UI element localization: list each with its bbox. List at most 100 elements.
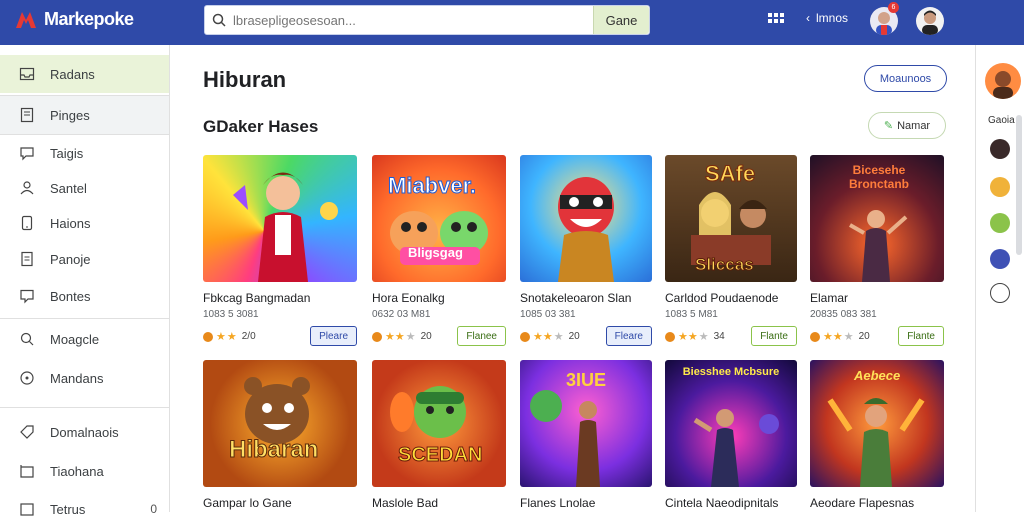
- rail-label: Gaoia: [988, 115, 1015, 126]
- sidebar-item-radans[interactable]: Radans: [0, 55, 169, 93]
- game-title: Carldod Poudaenode: [665, 291, 779, 305]
- get-button[interactable]: Flante: [898, 326, 944, 346]
- game-thumbnail[interactable]: Bicesehe Bronctanb: [810, 155, 944, 282]
- sidebar-item-domalnaois[interactable]: Domalnaois: [0, 413, 169, 451]
- game-thumbnail[interactable]: 3IUE: [520, 360, 652, 487]
- get-button[interactable]: Flante: [751, 326, 797, 346]
- search-bar: Gane: [204, 5, 650, 35]
- filter-button[interactable]: ✎ Namar: [868, 112, 946, 139]
- inbox-icon: [19, 66, 35, 82]
- game-card[interactable]: SAfe Sliccas Carldod Poudaenode 1083 5 M…: [665, 155, 797, 348]
- game-rating: ★★ ★ 20: [372, 330, 432, 343]
- game-meta: 0632 03 M81: [372, 309, 431, 320]
- card-footer: ★★ ★ 20 Fleare: [520, 326, 652, 348]
- sidebar-item-label: Moagcle: [50, 331, 100, 347]
- sidebar-item-label: Mandans: [50, 370, 104, 386]
- sidebar: Radans Pinges Taigis Santel Haions Panoj…: [0, 45, 170, 517]
- game-card[interactable]: Biesshee Mcbsure Cintela Naeodipnitals: [665, 360, 797, 510]
- rail-contact-icon[interactable]: [990, 177, 1010, 197]
- game-thumbnail[interactable]: SCEDAN: [372, 360, 506, 487]
- game-rating: ★ ★ 2/0: [203, 330, 256, 343]
- thumbnail-title: 3IUE: [566, 370, 607, 390]
- game-card[interactable]: Bicesehe Bronctanb Elamar 20835 083 381 …: [810, 155, 944, 348]
- game-title: Elamar: [810, 291, 849, 305]
- back-link[interactable]: ‹ lmnos: [806, 11, 848, 25]
- sidebar-item-mandans[interactable]: Mandans: [0, 359, 169, 397]
- profile-avatar[interactable]: [916, 7, 944, 35]
- thumbnail-title: Aebece: [854, 368, 901, 383]
- sidebar-item-label: Taigis: [50, 145, 84, 161]
- sidebar-item-pinges[interactable]: Pinges: [0, 96, 169, 134]
- sidebar-item-tiaohana[interactable]: Tiaohana: [0, 452, 169, 490]
- game-thumbnail[interactable]: Biesshee Mcbsure: [665, 360, 797, 487]
- coin-icon: [372, 331, 382, 342]
- game-title: Fbkcag Bangmadan: [203, 291, 311, 305]
- app-name: Markepoke: [44, 8, 134, 29]
- search-icon: [19, 331, 35, 347]
- search-button[interactable]: Gane: [593, 6, 649, 34]
- rail-contact-icon[interactable]: [990, 139, 1010, 159]
- thumbnail-subtitle: Bligsgag: [408, 245, 463, 260]
- game-card[interactable]: Fbkcag Bangmadan 1083 5 3081 ★ ★ 2/0 Plea…: [203, 155, 357, 348]
- coin-icon: [203, 331, 213, 342]
- game-meta: 1085 03 381: [520, 309, 576, 320]
- card-footer: ★★ ★ 20 Flanee: [372, 326, 506, 348]
- game-card[interactable]: SCEDAN Maslole Bad: [372, 360, 506, 510]
- game-rating: ★★ ★ 20: [520, 330, 580, 343]
- game-card[interactable]: Hibaran Gampar lo Gane: [203, 360, 357, 510]
- sidebar-item-taigis[interactable]: Taigis: [0, 134, 169, 172]
- apps-grid-icon[interactable]: [767, 12, 785, 30]
- star-icon: ★: [698, 331, 709, 343]
- tablet-icon: [19, 215, 35, 231]
- circle-icon: [19, 370, 35, 386]
- game-thumbnail[interactable]: SAfe Sliccas: [665, 155, 797, 282]
- manage-button[interactable]: Moaunoos: [864, 65, 947, 92]
- get-button[interactable]: Pleare: [310, 326, 357, 346]
- box-icon: [19, 463, 35, 479]
- game-thumbnail[interactable]: Hibaran: [203, 360, 357, 487]
- rail-avatar[interactable]: [985, 63, 1021, 99]
- sidebar-item-haions[interactable]: Haions: [0, 204, 169, 242]
- rating-value: 20: [420, 331, 432, 342]
- message-icon: [19, 288, 35, 304]
- star-icon: ★: [216, 331, 226, 343]
- search-input[interactable]: [233, 7, 591, 33]
- rail-contact-icon[interactable]: [990, 213, 1010, 233]
- game-thumbnail[interactable]: Miabver. Bligsgag: [372, 155, 506, 282]
- game-card[interactable]: Aebece Aeodare Flapesnas: [810, 360, 944, 510]
- get-button[interactable]: Flanee: [457, 326, 506, 346]
- get-button[interactable]: Fleare: [605, 326, 652, 346]
- document-icon: [19, 107, 35, 123]
- scrollbar[interactable]: [1016, 115, 1022, 255]
- sidebar-item-tetrus[interactable]: Tetrus 0: [0, 490, 169, 528]
- sidebar-item-moagcle[interactable]: Moagcle: [0, 320, 169, 358]
- sidebar-item-bontes[interactable]: Bontes: [0, 277, 169, 315]
- star-icon: ★★: [823, 331, 843, 343]
- game-card[interactable]: Miabver. Bligsgag Hora Eonalkg 0632 03 M…: [372, 155, 506, 348]
- game-thumbnail[interactable]: [203, 155, 357, 282]
- app-logo[interactable]: Markepoke: [14, 8, 134, 30]
- thumbnail-subtitle: Sliccas: [695, 255, 755, 275]
- thumbnail-title: SAfe: [704, 161, 756, 187]
- game-rating: ★★ ★ 34: [665, 330, 725, 343]
- add-contact-icon[interactable]: [990, 283, 1010, 303]
- game-title: Gampar lo Gane: [203, 496, 292, 510]
- game-title: Flanes Lnolae: [520, 496, 596, 510]
- card-footer: ★ ★ 2/0 Pleare: [203, 326, 357, 348]
- game-title: Snotakeleoaron Slan: [520, 291, 632, 305]
- top-app-bar: Markepoke Gane ‹ lmnos 6: [0, 0, 1024, 45]
- tag-icon: [19, 424, 35, 440]
- filter-button-label: Namar: [897, 119, 931, 132]
- sidebar-item-santel[interactable]: Santel: [0, 169, 169, 207]
- sidebar-item-panoje[interactable]: Panoje: [0, 240, 169, 278]
- game-thumbnail[interactable]: Aebece: [810, 360, 944, 487]
- user-icon: [19, 180, 35, 196]
- game-thumbnail[interactable]: [520, 155, 652, 282]
- game-title: Hora Eonalkg: [372, 291, 445, 305]
- game-card[interactable]: 3IUE Flanes Lnolae: [520, 360, 652, 510]
- game-title: Cintela Naeodipnitals: [665, 496, 779, 510]
- rail-contact-icon[interactable]: [990, 249, 1010, 269]
- game-card[interactable]: Snotakeleoaron Slan 1085 03 381 ★★ ★ 20 F…: [520, 155, 652, 348]
- star-icon: ★: [405, 331, 416, 343]
- game-title: Aeodare Flapesnas: [810, 496, 915, 510]
